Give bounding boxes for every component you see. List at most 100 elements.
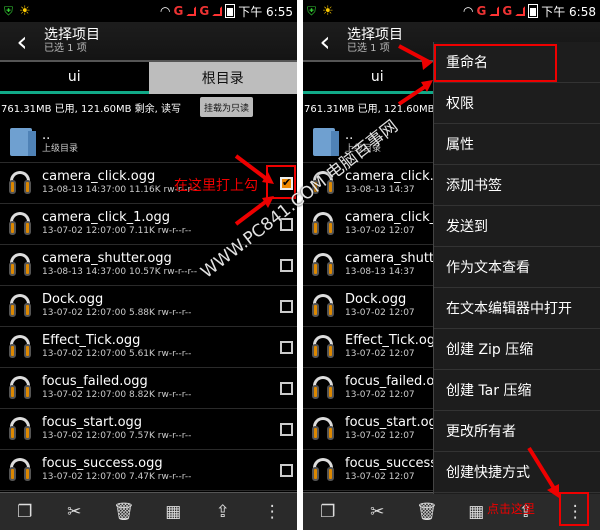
clock: 下午 6:55	[238, 4, 293, 19]
wifi-icon: ◠	[463, 4, 474, 18]
file-name-right: focus_start.ogg	[345, 415, 446, 431]
menu-item[interactable]: 创建快捷方式	[434, 452, 600, 493]
chevron-left-icon: ‹	[319, 24, 331, 58]
headphones-icon	[312, 375, 334, 400]
folder-icon	[313, 127, 339, 156]
copy-icon[interactable]: ❐	[313, 502, 343, 522]
headphones-icon	[9, 211, 31, 236]
tab-bar: ui 根目录	[0, 60, 297, 94]
overflow-menu-icon[interactable]: ⋮	[257, 502, 287, 522]
shield-icon: ⛨	[4, 3, 14, 18]
annotation-arrow-down	[527, 446, 559, 498]
file-meta: 13-08-13 14:37:00 10.57K rw-r--r--	[42, 267, 198, 278]
bottom-toolbar: ❐ ✂ 🗑 ▦ ⇪ ⋮	[0, 492, 297, 530]
menu-item[interactable]: 创建 Tar 压缩	[434, 370, 600, 411]
menu-item[interactable]: 更改所有者	[434, 411, 600, 452]
page: ⛨ ☀ ◠ G G 下午 6:55 ‹ 选择项目 已选 1 项 ui 根目录 7…	[0, 0, 600, 530]
file-row[interactable]: focus_failed.ogg 13-07-02 12:07:00 8.82K …	[0, 368, 297, 409]
file-checkbox[interactable]	[280, 464, 293, 477]
headphones-icon	[312, 334, 334, 359]
headphones-icon	[9, 170, 31, 195]
sun-icon: ☀	[322, 3, 334, 19]
back-button[interactable]: ‹	[0, 22, 44, 60]
file-row[interactable]: Effect_Tick.ogg 13-07-02 12:07:00 5.61K r…	[0, 327, 297, 368]
delete-icon[interactable]: 🗑	[109, 502, 139, 522]
selection-count: 已选 1 项	[44, 43, 87, 55]
file-row[interactable]: Dock.ogg 13-07-02 12:07:00 5.88K rw-r--r-…	[0, 286, 297, 327]
headphones-icon	[312, 293, 334, 318]
file-row[interactable]: focus_start.ogg 13-07-02 12:07:00 7.57K r…	[0, 409, 297, 450]
clock-right: 下午 6:58	[541, 4, 596, 19]
battery-icon	[225, 4, 236, 18]
annotation-arrows-right	[397, 44, 433, 106]
network-type-2: G	[199, 4, 210, 18]
chevron-left-icon: ‹	[16, 24, 28, 58]
cut-icon[interactable]: ✂	[362, 502, 392, 522]
headphones-icon	[312, 211, 334, 236]
battery-icon	[528, 4, 539, 18]
menu-item[interactable]: 在文本编辑器中打开	[434, 288, 600, 329]
tab-ui[interactable]: ui	[0, 62, 149, 94]
action-bar: ‹ 选择项目 已选 1 项	[0, 22, 297, 60]
menu-item[interactable]: 添加书签	[434, 165, 600, 206]
headphones-icon	[9, 293, 31, 318]
status-bar-right: ⛨ ☀ ◠ G G 下午 6:58	[303, 0, 600, 22]
headphones-icon	[9, 416, 31, 441]
signal-icon-2	[515, 6, 526, 16]
cut-icon[interactable]: ✂	[59, 502, 89, 522]
copy-icon[interactable]: ❐	[10, 502, 40, 522]
tab-root[interactable]: 根目录	[148, 62, 297, 94]
menu-item[interactable]: 创建 Zip 压缩	[434, 329, 600, 370]
delete-icon[interactable]: 🗑	[412, 502, 442, 522]
signal-icon-2	[212, 6, 223, 16]
file-name: focus_failed.ogg	[42, 374, 148, 390]
file-checkbox[interactable]	[280, 423, 293, 436]
menu-item[interactable]: 发送到	[434, 206, 600, 247]
file-meta-right: 13-07-02 12:07	[345, 308, 415, 319]
network-type: G	[476, 4, 487, 18]
file-name: Effect_Tick.ogg	[42, 333, 141, 349]
shield-icon: ⛨	[307, 3, 317, 18]
page-title: 选择项目	[44, 26, 100, 43]
headphones-icon	[9, 252, 31, 277]
file-checkbox[interactable]	[280, 259, 293, 272]
file-meta-right: 13-07-02 12:07	[345, 431, 415, 442]
file-meta: 13-07-02 12:07:00 7.57K rw-r--r--	[42, 431, 192, 442]
left-screen: ⛨ ☀ ◠ G G 下午 6:55 ‹ 选择项目 已选 1 项 ui 根目录 7…	[0, 0, 297, 530]
file-name: camera_click_1.ogg	[42, 210, 170, 226]
sun-icon: ☀	[19, 3, 31, 19]
file-name: Dock.ogg	[42, 292, 104, 308]
file-row[interactable]: camera_shutter.ogg 13-08-13 14:37:00 10.5…	[0, 245, 297, 286]
file-checkbox[interactable]	[280, 382, 293, 395]
file-meta: 13-07-02 12:07:00 7.11K rw-r--r--	[42, 226, 192, 237]
file-meta: 13-07-02 12:07:00 5.61K rw-r--r--	[42, 349, 192, 360]
storage-text: 761.31MB 已用, 121.60MB 剩余, 读写	[1, 103, 182, 115]
headphones-icon	[9, 334, 31, 359]
parent-dir-name: ..	[42, 128, 51, 144]
back-button-right[interactable]: ‹	[303, 22, 347, 60]
signal-icon	[186, 6, 197, 16]
headphones-icon	[312, 252, 334, 277]
headphones-icon	[312, 457, 334, 482]
headphones-icon	[9, 457, 31, 482]
menu-item[interactable]: 属性	[434, 124, 600, 165]
paste-icon[interactable]: ⇪	[208, 502, 238, 522]
file-checkbox[interactable]	[280, 341, 293, 354]
select-all-icon[interactable]: ▦	[158, 502, 188, 522]
file-name: camera_shutter.ogg	[42, 251, 172, 267]
menu-item[interactable]: 作为文本查看	[434, 247, 600, 288]
file-name: focus_start.ogg	[42, 415, 143, 431]
context-menu: 重命名 权限 属性 添加书签 发送到 作为文本查看 在文本编辑器中打开 创建 Zip 压缩 创建…	[433, 42, 600, 494]
file-meta: 13-07-02 12:07:00 8.82K rw-r--r--	[42, 390, 192, 401]
file-checkbox[interactable]	[280, 300, 293, 313]
status-bar: ⛨ ☀ ◠ G G 下午 6:55	[0, 0, 297, 22]
signal-icon	[489, 6, 500, 16]
file-meta: 13-07-02 12:07:00 5.88K rw-r--r--	[42, 308, 192, 319]
file-meta-right: 13-07-02 12:07	[345, 349, 415, 360]
headphones-icon	[312, 416, 334, 441]
file-row[interactable]: focus_success.ogg 13-07-02 12:07:00 7.47K…	[0, 450, 297, 491]
file-name-right: Effect_Tick.ogg	[345, 333, 444, 349]
rename-highlight	[434, 44, 557, 82]
menu-item[interactable]: 权限	[434, 83, 600, 124]
mount-readonly-button[interactable]: 挂载为只读	[200, 97, 254, 117]
